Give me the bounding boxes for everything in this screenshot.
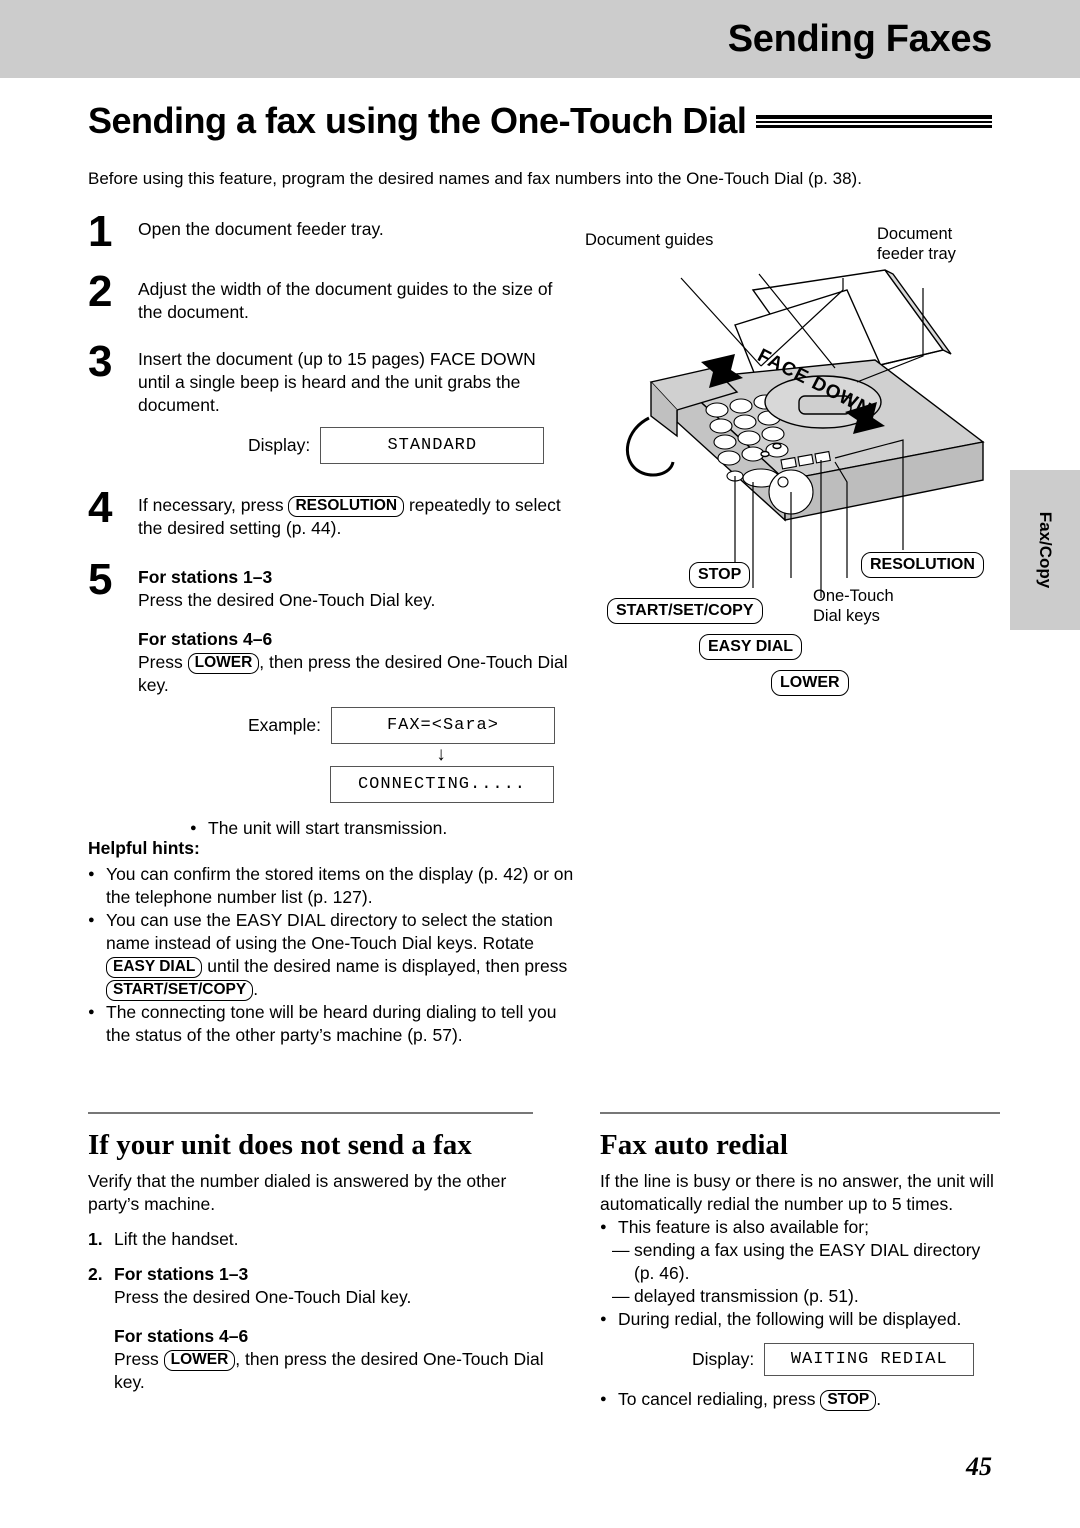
resolution-callout[interactable]: RESOLUTION (861, 552, 984, 578)
hints-title: Helpful hints: (88, 838, 200, 858)
page-number: 45 (966, 1452, 992, 1481)
left-stations-1-3-text: Press the desired One-Touch Dial key. (114, 1287, 412, 1307)
fax-machine-illustration: Document guides Document feeder tray FAC… (585, 225, 1005, 696)
lcd-display-example: FAX=<Sara> (330, 707, 555, 744)
left-stations-4-6-pre: Press (114, 1349, 159, 1369)
side-tab-fax-copy: Fax/Copy (1010, 470, 1080, 630)
display-label: Display: (692, 1349, 755, 1369)
item-number: 2. (88, 1264, 103, 1284)
redial-bullet-3: To cancel redialing, press STOP. (600, 1388, 1005, 1411)
stop-key[interactable]: STOP (820, 1390, 877, 1411)
redial-bullet-2: During redial, the following will be dis… (600, 1308, 1005, 1331)
redial-bullet-3-post: . (876, 1389, 882, 1409)
right-column-heading: Fax auto redial (600, 1129, 788, 1161)
left-stations-4-6-text: Press LOWER, then press the desired One-… (114, 1348, 548, 1394)
step-2: 2 Adjust the width of the document guide… (88, 267, 568, 324)
lower-key[interactable]: LOWER (187, 653, 260, 674)
one-touch-line-1: One-Touch (813, 587, 894, 605)
document-guides-label: Document guides (585, 231, 714, 249)
step-1: 1 Open the document feeder tray. (88, 207, 568, 256)
hint-item-1: You can confirm the stored items on the … (88, 863, 578, 909)
display-label: Display: (248, 435, 311, 455)
stations-1-3-heading: For stations 1–3 (138, 567, 273, 587)
redial-bullet-3-pre: To cancel redialing, press (618, 1389, 816, 1409)
step-text: Adjust the width of the document guides … (138, 279, 553, 322)
left-numbered-item-1: 1. Lift the handset. (88, 1228, 548, 1251)
lcd-display-standard: STANDARD (320, 427, 545, 464)
title-rule-decoration (756, 114, 992, 128)
stop-callout[interactable]: STOP (689, 562, 751, 588)
resolution-key[interactable]: RESOLUTION (288, 496, 405, 517)
step-4: 4 If necessary, press RESOLUTION repeate… (88, 483, 568, 540)
document-feeder-tray-label: Document feeder tray (877, 224, 997, 264)
step-3: 3 Insert the document (up to 15 pages) F… (88, 337, 568, 464)
start-set-copy-callout[interactable]: START/SET/COPY (607, 598, 763, 624)
left-column: If your unit does not send a fax Verify … (88, 1124, 548, 1394)
display-row-waiting-redial: Display: WAITING REDIAL (692, 1343, 1005, 1376)
left-column-heading: If your unit does not send a fax (88, 1129, 472, 1161)
right-column-body: If the line is busy or there is no answe… (600, 1171, 994, 1214)
item-text: Lift the handset. (114, 1229, 239, 1249)
hint-2-part-a: You can use the EASY DIAL directory to s… (106, 910, 553, 953)
intro-paragraph: Before using this feature, program the d… (88, 169, 862, 188)
hint-2-part-c: . (253, 979, 259, 999)
side-tab-label: Fax/Copy (1036, 511, 1055, 589)
example-label: Example: (248, 715, 321, 735)
step-5: 5 For stations 1–3 Press the desired One… (88, 555, 568, 841)
hint-item-2: You can use the EASY DIAL directory to s… (88, 909, 578, 1001)
item-number: 1. (88, 1229, 103, 1249)
lcd-display-waiting-redial: WAITING REDIAL (764, 1343, 975, 1376)
manual-page: Sending Faxes Sending a fax using the On… (0, 0, 1080, 1528)
lcd-display-connecting: CONNECTING..... (330, 766, 554, 803)
left-stations-1-3-heading: For stations 1–3 (114, 1264, 249, 1284)
step-number: 3 (88, 337, 113, 386)
right-column: Fax auto redial If the line is busy or t… (600, 1124, 1005, 1411)
lower-callout[interactable]: LOWER (771, 670, 849, 696)
hint-2-part-b: until the desired name is displayed, the… (207, 956, 568, 976)
step-number: 4 (88, 483, 113, 532)
easy-dial-key[interactable]: EASY DIAL (106, 957, 203, 978)
step-text: Open the document feeder tray. (138, 219, 384, 239)
display-row-example: Example: FAX=<Sara> (248, 707, 568, 744)
left-column-rule (88, 1112, 533, 1114)
step-number: 2 (88, 267, 113, 316)
one-touch-line-2: Dial keys (813, 607, 880, 625)
hint-item-3: The connecting tone will be heard during… (88, 1001, 578, 1047)
feeder-tray-line-1: Document (877, 225, 953, 243)
redial-dash-2: delayed transmission (p. 51). (600, 1285, 1005, 1308)
redial-bullet-1: This feature is also available for; (600, 1216, 1005, 1239)
step-number: 5 (88, 555, 113, 604)
stations-1-3-text: Press the desired One-Touch Dial key. (138, 590, 436, 610)
page-title-row: Sending a fax using the One-Touch Dial (88, 100, 992, 142)
transmission-note: The unit will start transmission. (190, 817, 568, 840)
steps-list: 1 Open the document feeder tray. 2 Adjus… (88, 207, 568, 850)
left-stations-4-6-heading: For stations 4–6 (114, 1326, 249, 1346)
step-number: 1 (88, 207, 113, 256)
step-text: If necessary, press RESOLUTION repeatedl… (138, 494, 568, 540)
helpful-hints: Helpful hints: You can confirm the store… (88, 838, 578, 1047)
stations-4-6-heading: For stations 4–6 (138, 629, 273, 649)
page-title: Sending a fax using the One-Touch Dial (88, 100, 747, 141)
step4-pre: If necessary, press (138, 495, 284, 515)
stations-4-6-text: Press LOWER, then press the desired One-… (138, 651, 568, 697)
redial-dash-1: sending a fax using the EASY DIAL direct… (600, 1239, 1005, 1285)
section-title: Sending Faxes (727, 18, 993, 60)
start-set-copy-key[interactable]: START/SET/COPY (106, 980, 254, 1001)
easy-dial-callout[interactable]: EASY DIAL (699, 634, 803, 660)
left-column-body: Verify that the number dialed is answere… (88, 1171, 507, 1214)
feeder-tray-line-2: feeder tray (877, 245, 956, 263)
one-touch-dial-keys-label: One-Touch Dial keys (813, 586, 943, 626)
lower-key[interactable]: LOWER (163, 1350, 236, 1371)
display-row-standard: Display: STANDARD (248, 427, 568, 464)
step-text: Insert the document (up to 15 pages) FAC… (138, 349, 536, 415)
arrow-down-icon: ↓ (436, 744, 446, 765)
right-column-rule (600, 1112, 1000, 1114)
stations-4-6-pre: Press (138, 652, 183, 672)
left-numbered-item-2: 2. For stations 1–3 Press the desired On… (88, 1263, 548, 1394)
